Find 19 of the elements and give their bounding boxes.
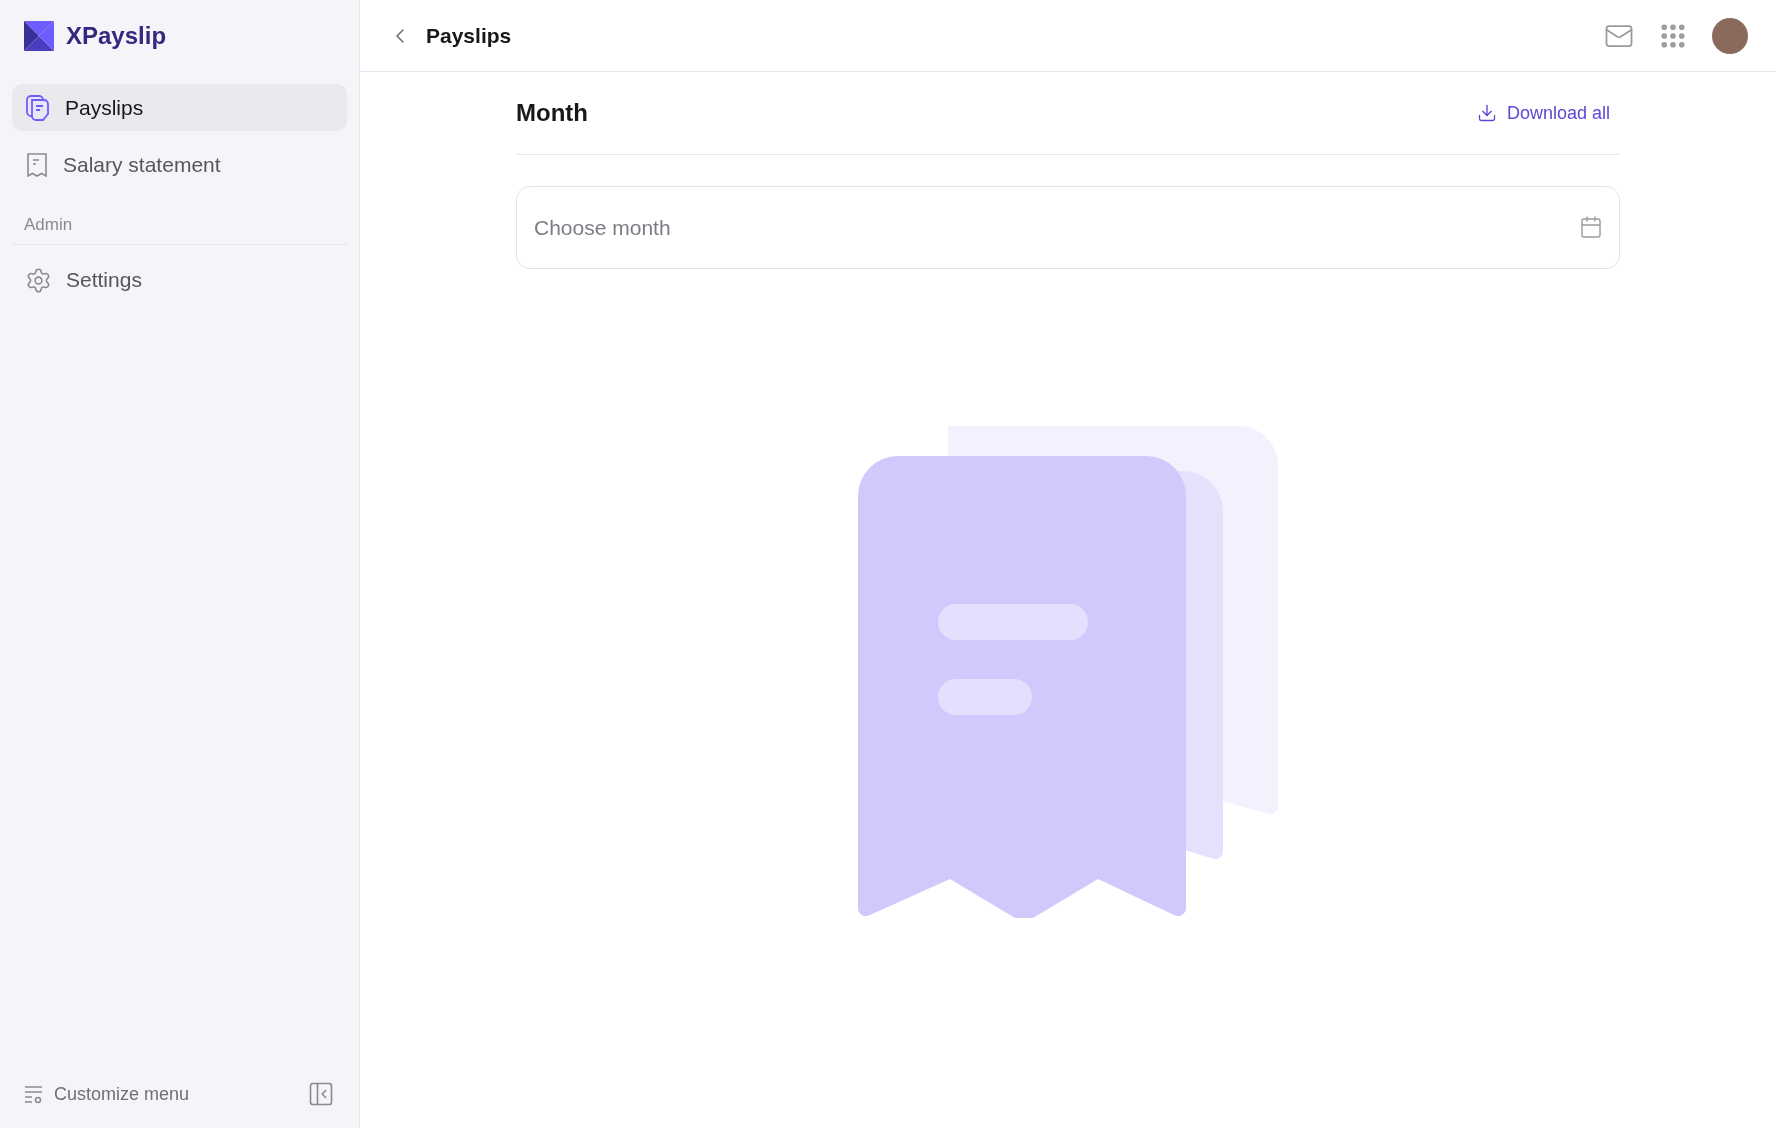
customize-menu-button[interactable]: Customize menu (24, 1080, 190, 1108)
sidebar-item[interactable]: Salary statement (12, 141, 347, 188)
section-heading: Month (516, 98, 588, 128)
list-settings-icon (24, 1084, 44, 1104)
sidebar-item[interactable]: Payslips (12, 84, 347, 131)
month-field[interactable]: Choose month (516, 186, 1620, 269)
receipt-icon (25, 150, 49, 179)
section-title: Admin (12, 212, 347, 245)
settings-icon (25, 266, 52, 294)
documents-icon (25, 93, 51, 122)
sidebar-item[interactable]: Settings (12, 256, 347, 304)
avatar[interactable] (1712, 17, 1748, 54)
logo-icon (24, 21, 54, 51)
download-icon (1476, 103, 1497, 123)
download-all-link[interactable]: Download all (1476, 99, 1610, 127)
page-title: Payslips (426, 22, 512, 49)
calendar-icon (1579, 215, 1603, 239)
collapse-sidebar-icon[interactable] (307, 1080, 335, 1108)
brand-name: XPayslip (66, 21, 167, 51)
